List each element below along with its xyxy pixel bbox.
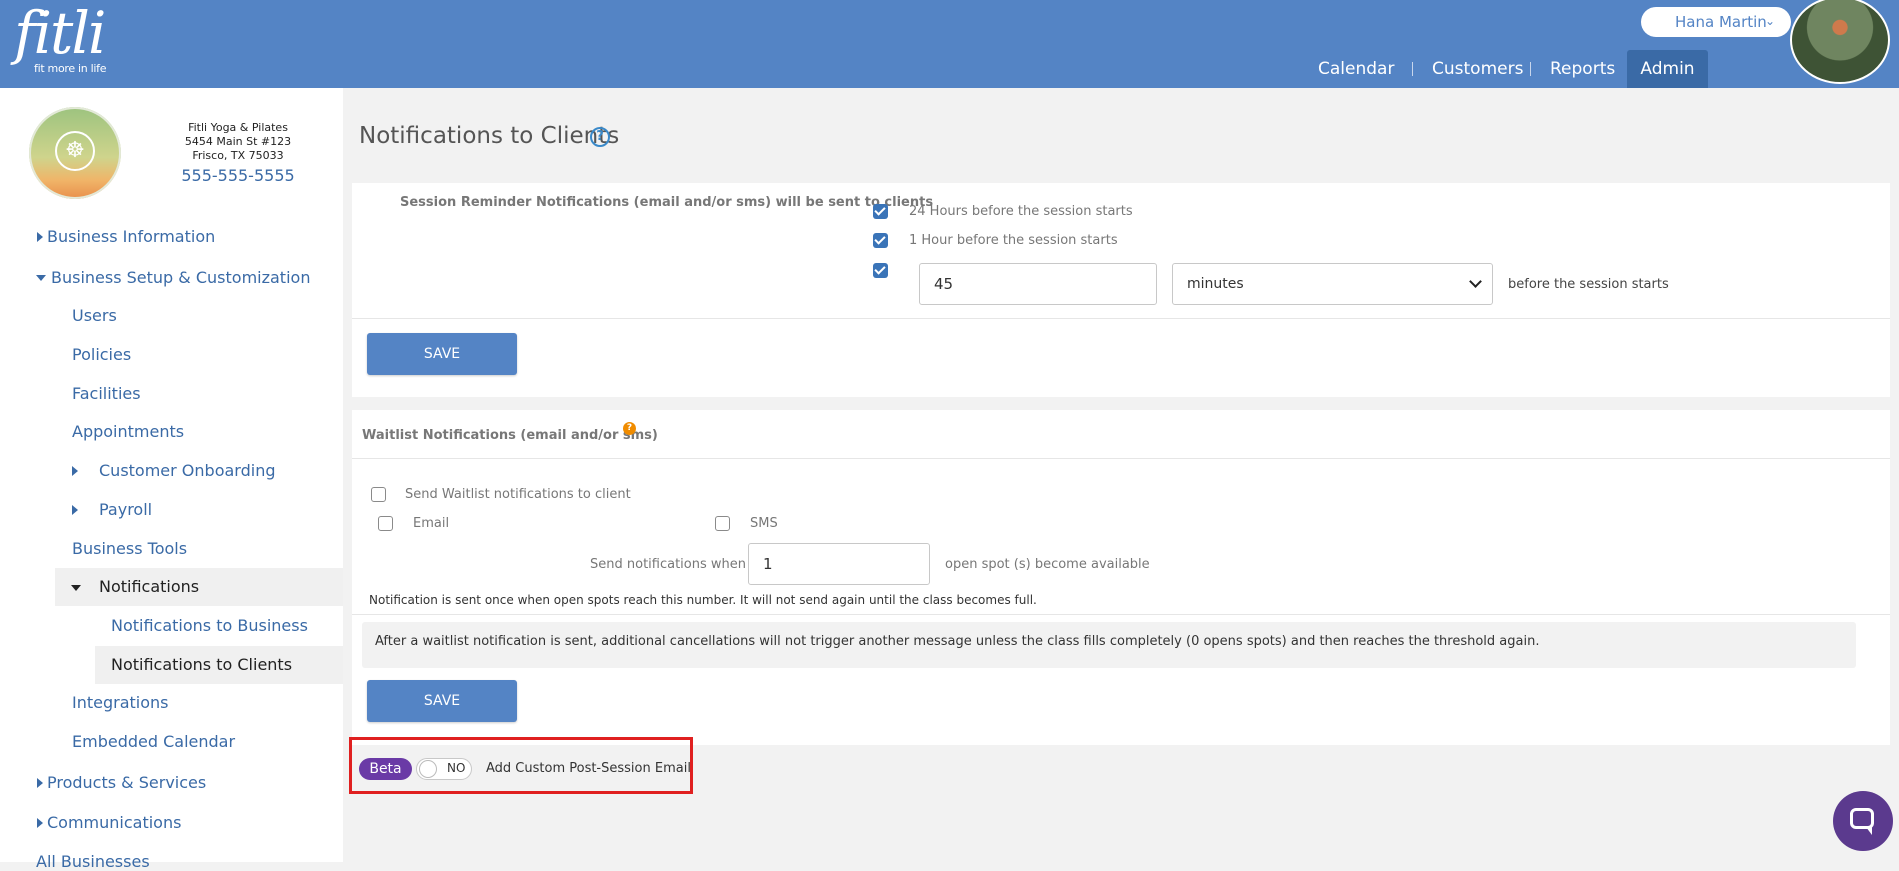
business-phone[interactable]: 555-555-5555 [160, 166, 316, 185]
nav-reports[interactable]: Reports [1550, 50, 1620, 88]
divider [352, 458, 1890, 459]
reminder-custom-amount-value: 45 [934, 275, 954, 293]
waitlist-save-button[interactable]: SAVE [367, 680, 517, 722]
reminder-unit-value: minutes [1187, 276, 1244, 292]
reminders-save-label: SAVE [423, 346, 461, 362]
sidebar-item-embedded-calendar[interactable]: Embedded Calendar [72, 732, 235, 751]
chat-bubble-tail [1866, 827, 1872, 835]
waitlist-info-text: After a waitlist notification is sent, a… [375, 634, 1540, 649]
waitlist-threshold-input[interactable]: 1 [748, 543, 930, 585]
caret-right-icon [72, 466, 78, 476]
nav-admin-label: Admin [1640, 59, 1695, 79]
waitlist-threshold-value: 1 [763, 555, 773, 573]
sidebar-item-policies[interactable]: Policies [72, 345, 131, 364]
toggle-knob [419, 760, 437, 778]
reminder-unit-select[interactable]: minutes [1172, 263, 1493, 305]
sidebar-item-business-setup[interactable]: Business Setup & Customization [51, 268, 310, 287]
nav-reports-label: Reports [1550, 59, 1616, 79]
sidebar-item-notifications-to-business[interactable]: Notifications to Business [111, 616, 308, 635]
nav-divider [1412, 62, 1413, 76]
sidebar-item-appointments[interactable]: Appointments [72, 422, 184, 441]
fitli-logo[interactable]: fitli fit more in life [14, 0, 107, 75]
toggle-state: NO [447, 761, 466, 775]
caret-right-icon [37, 818, 43, 828]
sidebar-item-business-tools[interactable]: Business Tools [72, 539, 187, 558]
caret-right-icon [72, 505, 78, 515]
waitlist-email-label: Email [413, 516, 450, 531]
business-info: Fitli Yoga & Pilates 5454 Main St #123 F… [160, 121, 316, 163]
divider [352, 614, 1890, 615]
user-menu[interactable]: Hana Martin ⌄ [1641, 7, 1791, 37]
waitlist-note: Notification is sent once when open spot… [369, 593, 1037, 607]
nav-calendar[interactable]: Calendar [1318, 50, 1400, 88]
post-session-email-toggle[interactable]: NO [416, 758, 472, 780]
waitlist-send-checkbox[interactable] [371, 487, 386, 502]
waitlist-heading: Waitlist Notifications (email and/or sms… [362, 428, 658, 443]
post-session-email-label: Add Custom Post-Session Email [486, 761, 691, 776]
waitlist-when-label: Send notifications when [590, 557, 746, 572]
reminders-save-button[interactable]: SAVE [367, 333, 517, 375]
waitlist-card [352, 410, 1890, 745]
yoga-figure-icon: ☸ [55, 131, 95, 171]
help-icon[interactable]: ? [590, 127, 610, 147]
waitlist-save-label: SAVE [423, 693, 461, 709]
sidebar-item-payroll[interactable]: Payroll [99, 500, 152, 519]
logo-wordmark: fitli [14, 0, 106, 67]
waitlist-send-label: Send Waitlist notifications to client [405, 487, 631, 502]
chat-bubble-icon [1850, 808, 1874, 829]
sidebar-item-notifications[interactable]: Notifications [99, 577, 199, 596]
reminder-24h-checkbox[interactable] [873, 204, 888, 219]
avatar[interactable] [1790, 0, 1890, 84]
sidebar-item-users[interactable]: Users [72, 306, 117, 325]
sidebar-item-business-information[interactable]: Business Information [47, 227, 215, 246]
reminders-heading: Session Reminder Notifications (email an… [400, 195, 934, 210]
sidebar-item-customer-onboarding[interactable]: Customer Onboarding [99, 461, 275, 480]
waitlist-help-icon[interactable]: ? [623, 422, 636, 435]
nav-admin[interactable]: Admin [1627, 50, 1708, 88]
caret-down-icon [36, 275, 46, 281]
waitlist-when-suffix: open spot (s) become available [945, 557, 1150, 572]
page-title: Notifications to Clients [359, 123, 620, 149]
waitlist-sms-checkbox[interactable] [715, 516, 730, 531]
business-address-line2: Frisco, TX 75033 [192, 149, 284, 162]
chevron-down-icon: ⌄ [1765, 14, 1776, 28]
sidebar-item-integrations[interactable]: Integrations [72, 693, 169, 712]
divider [352, 318, 1890, 319]
nav-calendar-label: Calendar [1318, 59, 1395, 79]
reminder-custom-amount-input[interactable]: 45 [919, 263, 1157, 305]
reminder-1h-label: 1 Hour before the session starts [909, 233, 1118, 248]
business-address-line1: 5454 Main St #123 [184, 135, 292, 148]
caret-right-icon [37, 778, 43, 788]
sidebar-item-communications[interactable]: Communications [47, 813, 181, 832]
chevron-down-icon [1469, 275, 1482, 288]
nav-customers-label: Customers [1432, 59, 1524, 79]
sidebar-item-products-services[interactable]: Products & Services [47, 773, 206, 792]
chat-launcher[interactable] [1833, 791, 1893, 851]
sidebar-item-facilities[interactable]: Facilities [72, 384, 141, 403]
caret-right-icon [37, 232, 43, 242]
waitlist-email-checkbox[interactable] [378, 516, 393, 531]
reminder-custom-checkbox[interactable] [873, 263, 888, 278]
nav-customers[interactable]: Customers [1432, 50, 1524, 88]
reminder-24h-label: 24 Hours before the session starts [909, 204, 1133, 219]
waitlist-sms-label: SMS [750, 516, 778, 531]
logo-tagline: fit more in life [34, 62, 107, 75]
sidebar-item-notifications-to-clients[interactable]: Notifications to Clients [111, 655, 292, 674]
reminder-1h-checkbox[interactable] [873, 233, 888, 248]
business-logo: ☸ [29, 107, 121, 199]
nav-divider [1530, 62, 1531, 76]
caret-down-icon [71, 585, 81, 591]
beta-badge: Beta [359, 758, 412, 780]
reminder-custom-suffix: before the session starts [1508, 277, 1669, 292]
top-bar: fitli fit more in life Hana Martin ⌄ Cal… [0, 0, 1899, 88]
business-name: Fitli Yoga & Pilates [188, 121, 288, 134]
user-name: Hana Martin [1675, 13, 1767, 31]
